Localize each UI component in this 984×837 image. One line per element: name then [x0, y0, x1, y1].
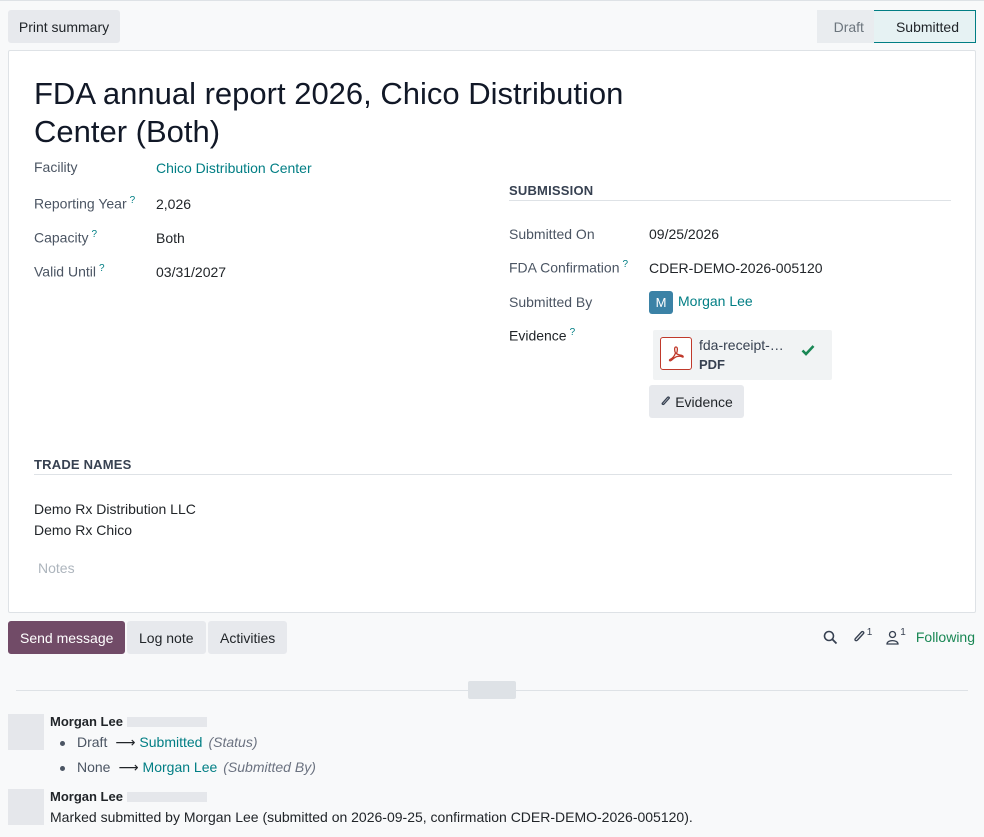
avatar: M	[649, 291, 673, 314]
reporting-year-help-icon[interactable]: ?	[130, 195, 136, 206]
check-icon	[801, 345, 815, 356]
attachment-card[interactable]: fda-receipt-… PDF	[653, 330, 832, 380]
arrow-right-icon: ⟶	[118, 759, 139, 775]
control-panel: Print summary Draft Submitted	[0, 0, 984, 50]
followers-button[interactable]: 1	[886, 626, 906, 645]
message-date	[127, 717, 207, 727]
send-message-button[interactable]: Send message	[8, 621, 126, 654]
tracking-old-value: Draft	[77, 734, 108, 750]
evidence-label: Evidence?	[509, 327, 575, 344]
paperclip-icon	[661, 396, 671, 406]
fda-confirmation-label-text: FDA Confirmation	[509, 259, 620, 276]
submitted-on-label: Submitted On	[509, 226, 595, 242]
valid-until-help-icon[interactable]: ?	[99, 263, 105, 274]
valid-until-value: 03/31/2027	[156, 264, 227, 280]
fda-confirmation-value: CDER-DEMO-2026-005120	[649, 260, 823, 276]
form-sheet: FDA annual report 2026, Chico Distributi…	[8, 50, 976, 613]
evidence-button-label: Evidence	[675, 393, 733, 410]
search-icon	[823, 630, 837, 644]
message-date	[127, 792, 207, 802]
facility-label-text: Facility	[34, 159, 78, 175]
capacity-value: Both	[156, 230, 185, 246]
submission-section-title: SUBMISSION	[509, 183, 594, 198]
avatar[interactable]	[8, 714, 44, 750]
evidence-upload-button[interactable]: Evidence	[649, 385, 744, 418]
paperclip-icon	[854, 630, 865, 642]
attachment-name: fda-receipt-…	[699, 337, 784, 353]
capacity-label: Capacity?	[34, 229, 97, 246]
capacity-help-icon[interactable]: ?	[91, 229, 97, 240]
message-author[interactable]: Morgan Lee	[50, 714, 123, 729]
facility-link[interactable]: Chico Distribution Center	[156, 160, 312, 176]
facility-label: Facility	[34, 159, 78, 175]
record-title: FDA annual report 2026, Chico Distributi…	[34, 76, 624, 149]
following-button[interactable]: Following	[916, 629, 975, 645]
submitted-on-value: 09/25/2026	[649, 226, 720, 242]
bullet	[60, 765, 65, 771]
status-submitted[interactable]: Submitted	[873, 10, 976, 43]
user-icon	[886, 630, 899, 645]
reporting-year-value: 2,026	[156, 196, 192, 212]
evidence-label-text: Evidence	[509, 327, 567, 344]
submission-divider	[509, 200, 951, 201]
activities-button[interactable]: Activities	[208, 621, 288, 654]
submitted-by-label: Submitted By	[509, 294, 593, 310]
fda-confirmation-help-icon[interactable]: ?	[622, 259, 628, 270]
arrow-right-icon: ⟶	[115, 734, 136, 750]
message-author[interactable]: Morgan Lee	[50, 789, 123, 804]
status-draft-label: Draft	[833, 18, 864, 35]
trade-names-divider	[34, 474, 952, 475]
bullet	[60, 740, 65, 746]
tracking-field-name: (Submitted By)	[223, 759, 316, 775]
status-bar: Draft Submitted	[816, 10, 976, 43]
status-draft[interactable]: Draft	[816, 10, 874, 43]
log-note-button[interactable]: Log note	[127, 621, 206, 654]
status-submitted-label: Submitted	[895, 18, 959, 35]
trade-name-item: Demo Rx Distribution LLC	[34, 501, 196, 517]
tracking-new-value: Submitted	[139, 734, 203, 750]
chatter-tools: 1 1 Following	[809, 627, 975, 647]
submitted-by-link[interactable]: Morgan Lee	[678, 293, 753, 309]
tracking-new-value: Morgan Lee	[142, 759, 218, 775]
tracking-old-value: None	[77, 759, 111, 775]
valid-until-label-text: Valid Until	[34, 263, 96, 280]
search-messages-button[interactable]	[823, 630, 838, 645]
fda-confirmation-label: FDA Confirmation?	[509, 259, 628, 276]
reporting-year-label-text: Reporting Year	[34, 195, 127, 212]
attachment-type: PDF	[699, 357, 725, 372]
tracking-item: None ⟶ Morgan Lee (Submitted By)	[60, 759, 316, 776]
print-summary-button[interactable]: Print summary	[8, 10, 120, 43]
capacity-label-text: Capacity	[34, 229, 89, 246]
message-body: Marked submitted by Morgan Lee (submitte…	[50, 809, 693, 825]
follower-count: 1	[900, 626, 906, 638]
submitted-by-field[interactable]: M Morgan Lee	[649, 291, 753, 314]
evidence-help-icon[interactable]: ?	[570, 327, 576, 338]
date-separator	[468, 681, 516, 699]
trade-name-item: Demo Rx Chico	[34, 522, 133, 538]
pdf-icon	[660, 337, 692, 370]
valid-until-label: Valid Until?	[34, 263, 105, 280]
tracking-item: Draft ⟶ Submitted (Status)	[60, 734, 257, 751]
trade-names-section-title: TRADE NAMES	[34, 457, 132, 472]
attachments-button[interactable]: 1	[852, 626, 873, 645]
notes-input[interactable]: Notes	[38, 560, 75, 576]
reporting-year-label: Reporting Year?	[34, 195, 135, 212]
avatar[interactable]	[8, 789, 44, 825]
attachment-count: 1	[866, 626, 873, 638]
tracking-field-name: (Status)	[208, 734, 258, 750]
